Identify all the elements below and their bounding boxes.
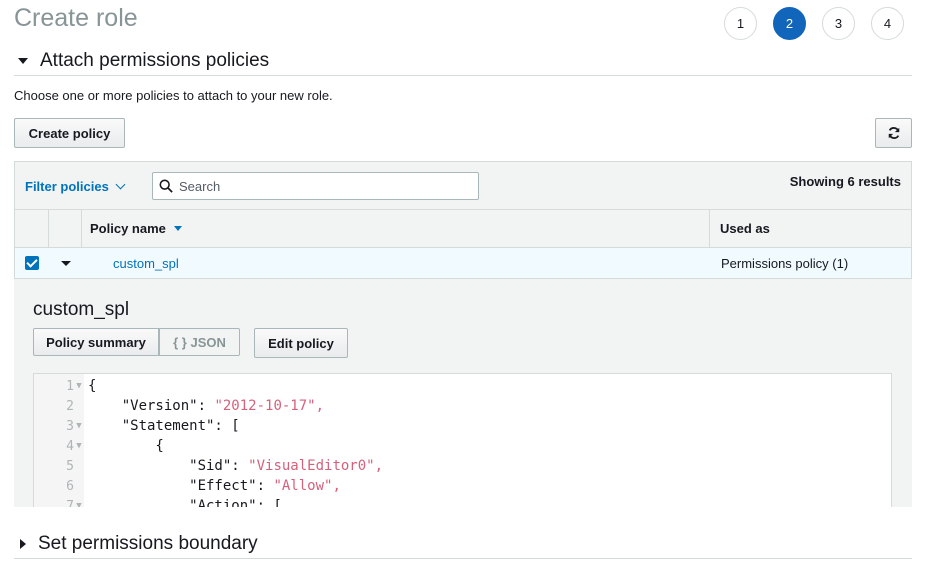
- search-input[interactable]: [179, 178, 469, 194]
- expand-caret-icon[interactable]: [61, 260, 71, 266]
- section-divider: [14, 558, 912, 559]
- step-2[interactable]: 2: [773, 7, 806, 40]
- step-1[interactable]: 1: [724, 7, 757, 40]
- edit-policy-button[interactable]: Edit policy: [254, 328, 348, 358]
- search-icon: [159, 179, 173, 193]
- json-code-editor[interactable]: 1 ▼{ 2 "Version": "2012-10-17", 3 ▼ "State…: [33, 373, 892, 507]
- row-select-cell: [15, 248, 49, 278]
- attach-description: Choose one or more policies to attach to…: [14, 88, 333, 103]
- table-header: Policy name Used as: [14, 209, 912, 248]
- table-row[interactable]: custom_spl Permissions policy (1): [14, 248, 912, 279]
- select-column-header: [15, 210, 49, 247]
- fold-arrow-icon[interactable]: ▼: [74, 441, 84, 451]
- step-4[interactable]: 4: [871, 7, 904, 40]
- step-indicator: 1 2 3 4: [724, 7, 904, 40]
- chevron-down-icon: [115, 179, 126, 190]
- expand-caret-icon: [20, 539, 26, 549]
- code-line: 1 ▼{: [66, 378, 97, 394]
- code-line: 2 "Version": "2012-10-17",: [66, 398, 325, 414]
- results-count: Showing 6 results: [789, 174, 901, 189]
- section-divider: [14, 75, 912, 76]
- sort-descending-icon: [173, 226, 182, 231]
- policy-name-cell: custom_spl: [82, 248, 710, 278]
- used-as-cell: Permissions policy (1): [710, 248, 911, 278]
- filter-policies-label: Filter policies: [25, 179, 109, 194]
- refresh-button[interactable]: [875, 118, 912, 148]
- attach-policies-title: Attach permissions policies: [40, 50, 270, 71]
- policy-name-column-header[interactable]: Policy name: [82, 210, 710, 247]
- attach-policies-header[interactable]: Attach permissions policies: [14, 50, 269, 72]
- used-as-value: Permissions policy (1): [721, 255, 849, 271]
- code-line: 7 ▼ "Action": [: [34, 496, 282, 507]
- code-line: 5 "Sid": "VisualEditor0",: [66, 458, 384, 474]
- fold-arrow-icon[interactable]: ▼: [74, 381, 84, 391]
- filter-policies-dropdown[interactable]: Filter policies: [25, 179, 126, 194]
- collapse-caret-icon: [18, 58, 28, 64]
- permissions-boundary-title: Set permissions boundary: [38, 533, 258, 554]
- search-box[interactable]: [152, 172, 479, 200]
- code-line: 4 ▼ {: [66, 438, 164, 454]
- refresh-icon: [888, 127, 899, 139]
- table-toolbar: Filter policies Showing 6 results: [14, 161, 912, 210]
- fold-arrow-icon[interactable]: ▼: [74, 501, 84, 507]
- policy-name-link[interactable]: custom_spl: [113, 256, 179, 271]
- policy-detail-panel: custom_spl Policy summary { } JSON Edit …: [14, 279, 912, 507]
- create-policy-button[interactable]: Create policy: [14, 118, 125, 148]
- policy-detail-title: custom_spl: [33, 299, 130, 320]
- row-expand-cell: [49, 248, 82, 278]
- page-title: Create role: [14, 4, 138, 32]
- tab-json[interactable]: { } JSON: [159, 328, 240, 356]
- tab-policy-summary[interactable]: Policy summary: [33, 328, 159, 356]
- permissions-boundary-header[interactable]: Set permissions boundary: [14, 533, 258, 555]
- policy-name-header-label: Policy name: [90, 221, 166, 236]
- fold-arrow-icon[interactable]: ▼: [74, 421, 84, 431]
- used-as-header-label: Used as: [720, 221, 770, 236]
- row-checkbox[interactable]: [25, 256, 39, 270]
- code-line: 6 "Effect": "Allow",: [66, 478, 341, 494]
- used-as-column-header[interactable]: Used as: [710, 210, 911, 247]
- code-line: 3 ▼ "Statement": [: [66, 418, 240, 434]
- expand-column-header: [49, 210, 82, 247]
- step-3[interactable]: 3: [822, 7, 855, 40]
